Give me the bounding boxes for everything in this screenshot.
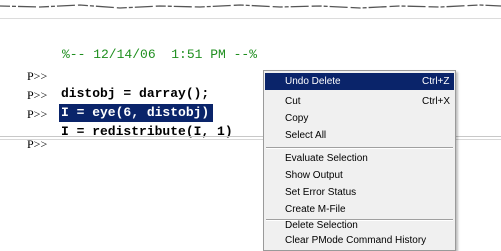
menu-item-undo-delete[interactable]: Undo Delete Ctrl+Z: [265, 73, 454, 90]
menu-item-cut[interactable]: Cut Ctrl+X: [265, 93, 454, 110]
pmode-current-prompt: P>>: [27, 137, 48, 151]
pmode-prompt: P>>: [27, 69, 48, 83]
menu-item-show-output[interactable]: Show Output: [265, 167, 454, 184]
menu-separator: [266, 147, 453, 149]
menu-item-label: Set Error Status: [285, 187, 357, 198]
menu-item-label: Create M-File: [285, 204, 346, 215]
menu-item-evaluate-selection[interactable]: Evaluate Selection: [265, 150, 454, 167]
menu-item-label: Cut: [285, 96, 301, 107]
history-entry[interactable]: P>> I = redistribute(I, 1): [0, 87, 233, 139]
menu-item-set-error-status[interactable]: Set Error Status: [265, 184, 454, 201]
menu-item-select-all[interactable]: Select All: [265, 127, 454, 144]
context-menu: Undo Delete Ctrl+Z Cut Ctrl+X Copy Selec…: [263, 70, 456, 251]
menu-item-label: Evaluate Selection: [285, 153, 368, 164]
menu-item-copy[interactable]: Copy: [265, 110, 454, 127]
menu-item-shortcut: Ctrl+X: [422, 96, 451, 107]
pmode-prompt: P>>: [27, 107, 48, 121]
history-command[interactable]: distobj = darray();: [61, 85, 209, 103]
menu-item-shortcut: Ctrl+Z: [422, 76, 450, 87]
session-timestamp-comment: %-- 12/14/06 1:51 PM --%: [62, 47, 258, 62]
menu-item-label: Clear PMode Command History: [285, 235, 427, 246]
history-command[interactable]: I = redistribute(I, 1): [61, 123, 233, 141]
menu-item-create-m-file[interactable]: Create M-File: [265, 201, 454, 218]
history-entry[interactable]: P>> distobj = darray();: [0, 49, 209, 101]
menu-item-clear-pmode-history[interactable]: Clear PMode Command History: [265, 232, 454, 249]
menu-item-label: Select All: [285, 130, 327, 141]
history-entry-selected[interactable]: P>> I = eye(6, distobj): [0, 68, 214, 122]
pmode-prompt: P>>: [27, 88, 48, 102]
menu-item-label: Copy: [285, 113, 309, 124]
menu-item-label: Undo Delete: [285, 76, 341, 87]
history-command-selected[interactable]: I = eye(6, distobj): [59, 104, 214, 122]
menu-item-label: Show Output: [285, 170, 343, 181]
session-timestamp-row: %-- 12/14/06 1:51 PM --%: [0, 28, 257, 62]
current-prompt-row[interactable]: P>>: [0, 117, 47, 151]
